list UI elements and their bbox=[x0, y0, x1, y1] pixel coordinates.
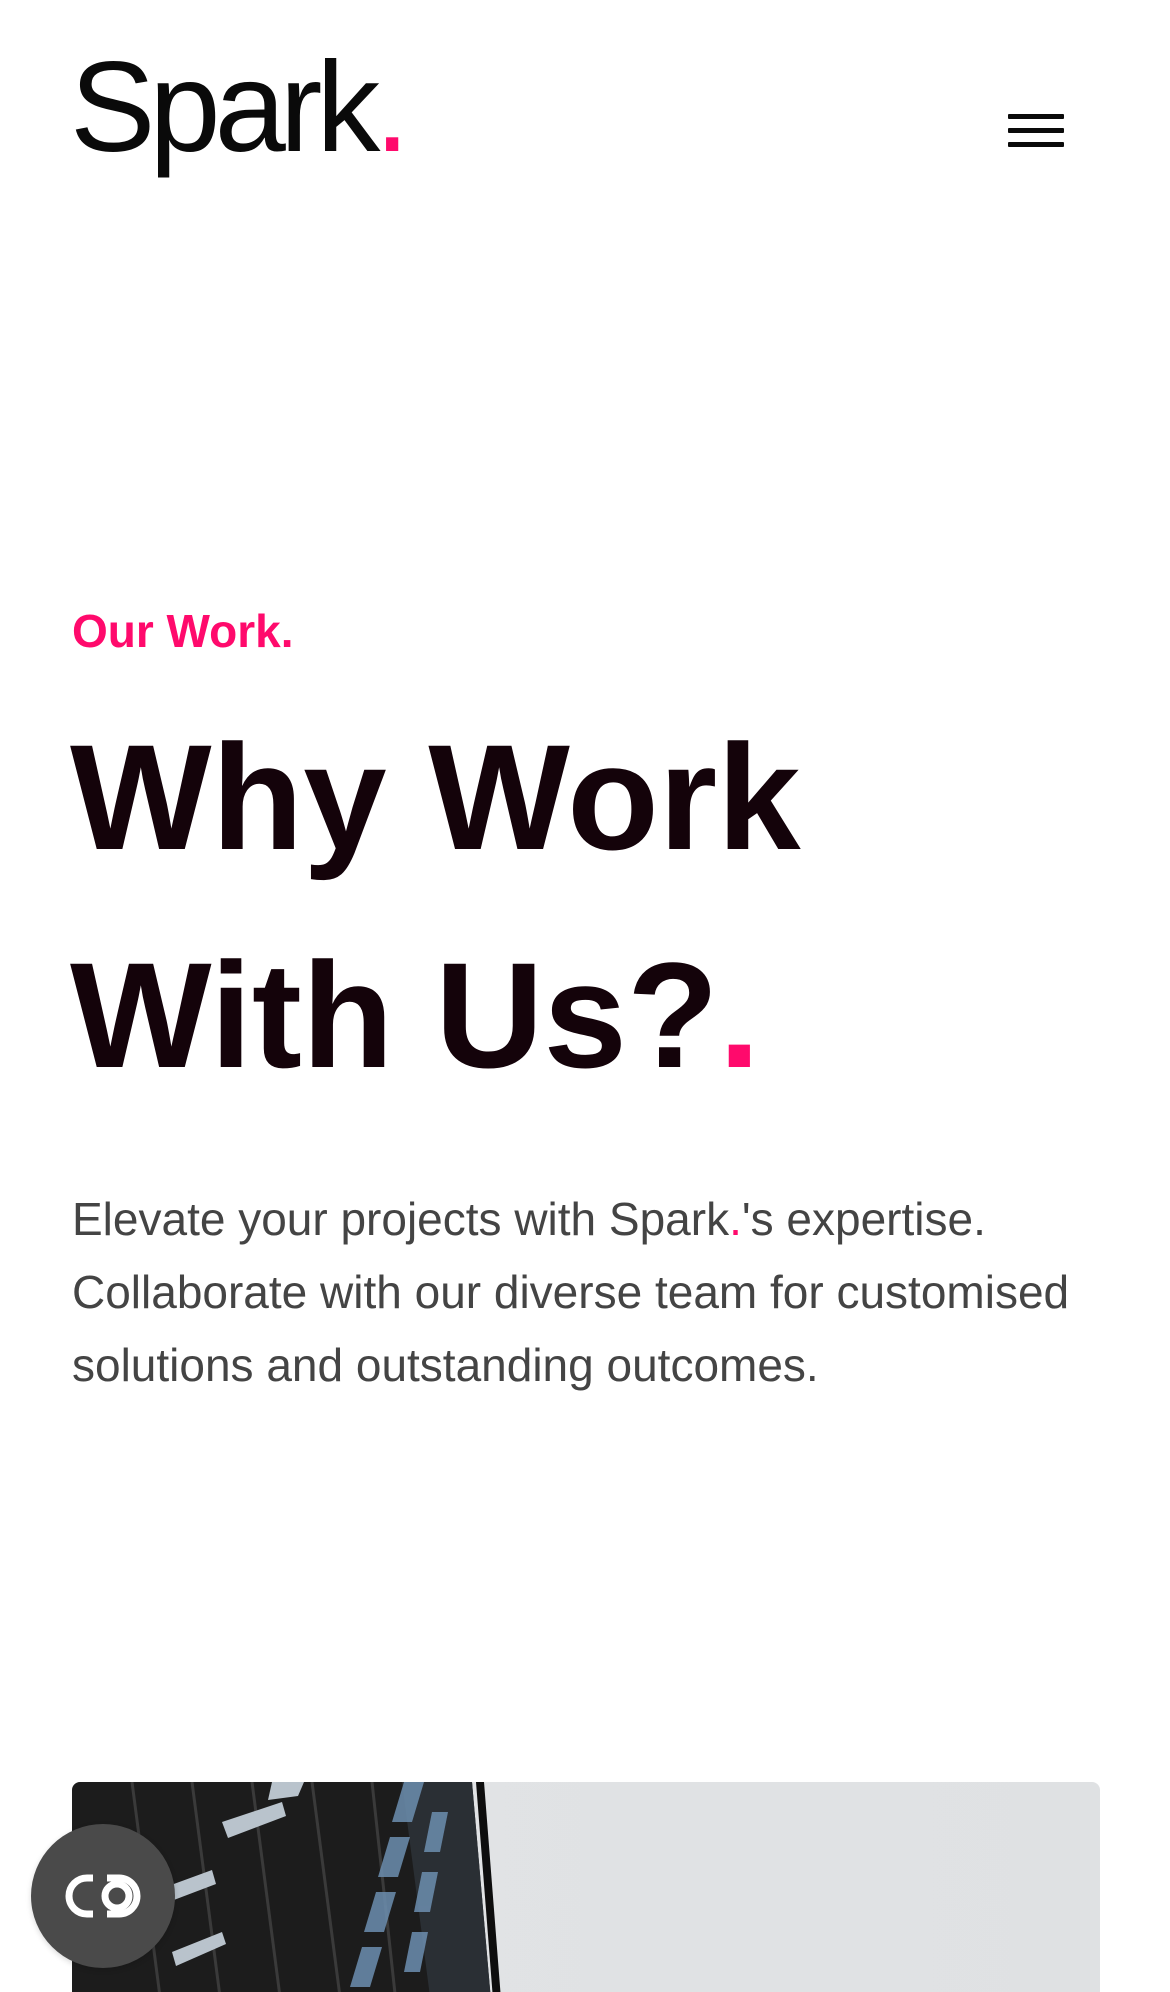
headline-line-2-text: With Us? bbox=[70, 931, 719, 1099]
logo[interactable]: Spark. bbox=[70, 44, 410, 172]
logo-dot: . bbox=[374, 36, 409, 179]
page-title: Why Work With Us?. bbox=[70, 688, 1090, 1124]
accessibility-toggle-icon bbox=[65, 1874, 141, 1918]
hamburger-menu-icon[interactable] bbox=[1008, 110, 1064, 152]
headline-line-1: Why Work bbox=[70, 713, 801, 881]
logo-text: Spark bbox=[70, 36, 380, 179]
section-eyebrow: Our Work. bbox=[72, 605, 294, 657]
headline-line-2: With Us?. bbox=[70, 906, 1090, 1124]
accessibility-toggle-button[interactable] bbox=[31, 1824, 175, 1968]
intro-brand-dot: . bbox=[729, 1193, 742, 1245]
work-image bbox=[72, 1782, 1100, 1992]
building-photo bbox=[72, 1782, 501, 1992]
headline-dot: . bbox=[718, 931, 761, 1099]
intro-text-start: Elevate your projects with Spark bbox=[72, 1193, 730, 1245]
intro-paragraph: Elevate your projects with Spark.'s expe… bbox=[72, 1183, 1092, 1402]
page: Spark. Our Work. Why Work With Us?. Elev… bbox=[0, 0, 1170, 1992]
site-header: Spark. bbox=[0, 0, 1170, 220]
